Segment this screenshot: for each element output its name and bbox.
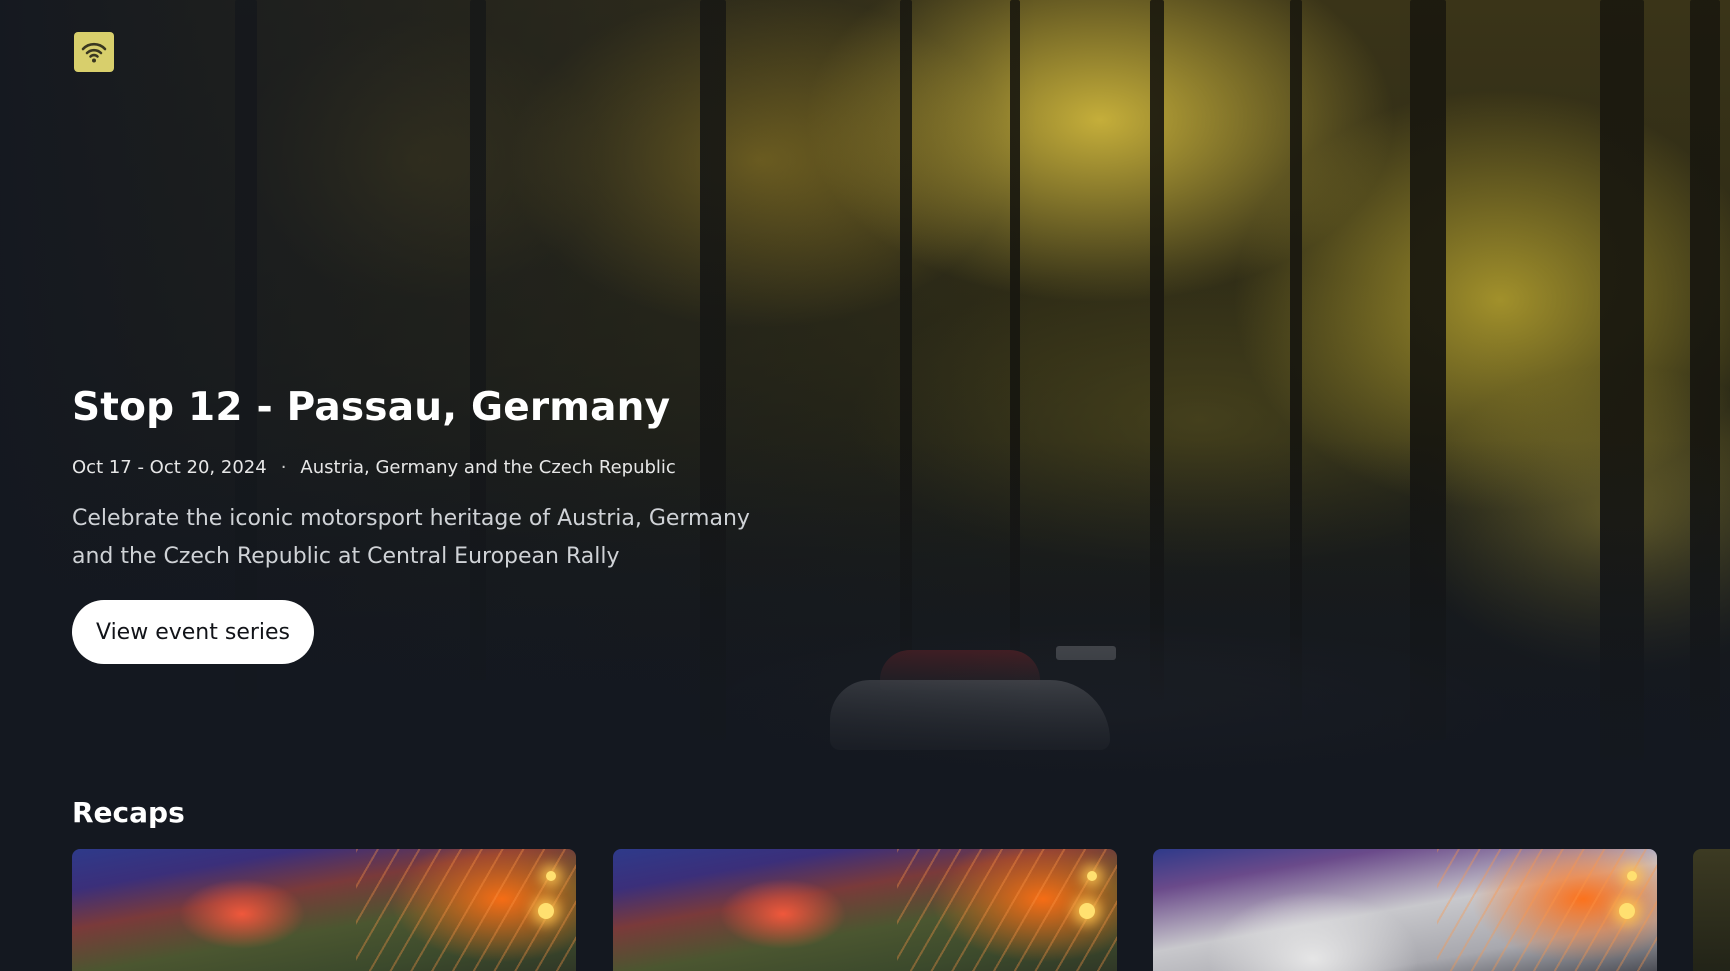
event-title: Stop 12 - Passau, Germany: [72, 385, 671, 430]
app-logo[interactable]: [74, 32, 114, 72]
hero-content: Stop 12 - Passau, Germany Oct 17 - Oct 2…: [72, 382, 872, 664]
recaps-carousel[interactable]: [72, 849, 1730, 971]
view-event-series-button[interactable]: View event series: [72, 600, 315, 664]
headlight-glow: [1627, 871, 1637, 881]
headlight-glow: [1079, 903, 1095, 919]
recap-card[interactable]: [1693, 849, 1730, 971]
event-meta: Oct 17 - Oct 20, 2024 · Austria, Germany…: [72, 456, 872, 480]
event-dates: Oct 17 - Oct 20, 2024: [72, 457, 267, 478]
recap-card[interactable]: [72, 849, 576, 971]
headlight-glow: [546, 871, 556, 881]
headlight-glow: [1087, 871, 1097, 881]
event-description: Celebrate the iconic motorsport heritage…: [72, 506, 750, 569]
recap-card[interactable]: [613, 849, 1117, 971]
recap-card[interactable]: [1153, 849, 1657, 971]
headlight-glow: [538, 903, 554, 919]
wifi-signal-icon: [81, 42, 107, 63]
event-location: Austria, Germany and the Czech Republic: [300, 457, 676, 478]
headlight-glow: [1619, 903, 1635, 919]
recaps-heading: Recaps: [72, 796, 185, 829]
forest-recap-thumbnail: [1693, 849, 1730, 971]
meta-separator: ·: [280, 457, 287, 478]
